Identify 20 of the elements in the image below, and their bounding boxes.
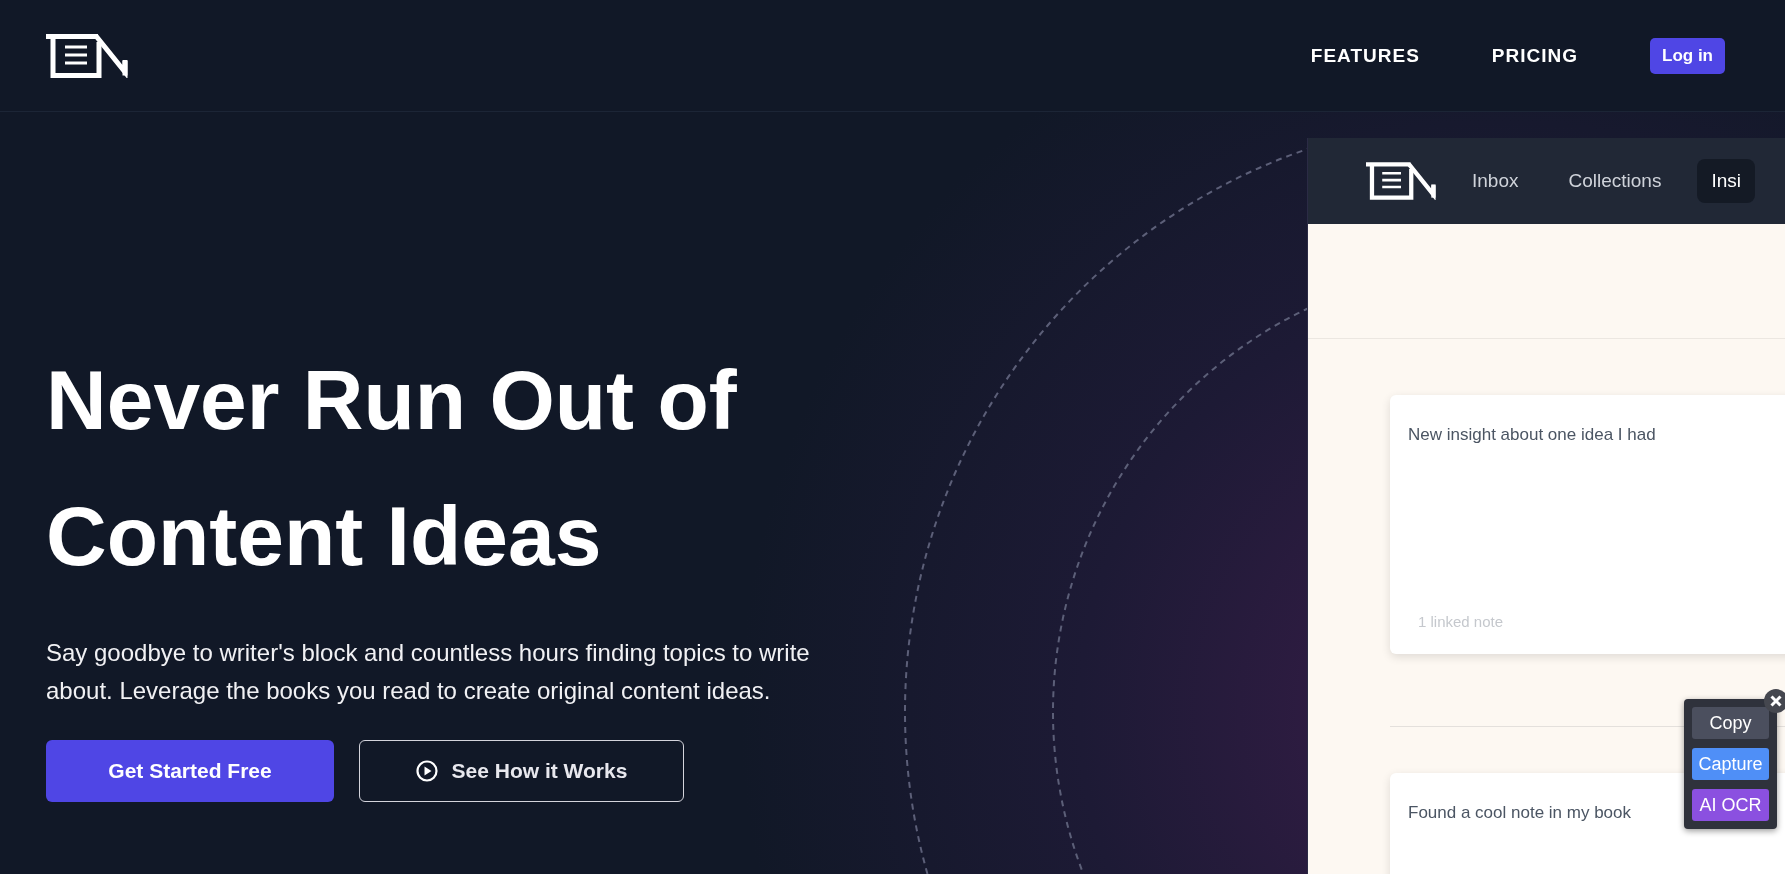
play-icon bbox=[415, 760, 438, 782]
nav-tab[interactable]: Insi bbox=[1697, 159, 1755, 203]
ocr-button[interactable]: AI OCR bbox=[1692, 789, 1769, 821]
logo[interactable] bbox=[46, 33, 128, 78]
linked-note-count: 1 linked note bbox=[1418, 613, 1504, 630]
note-card[interactable]: New insight about one idea I had 1 linked note bbox=[1390, 395, 1785, 654]
copy-button[interactable]: Copy bbox=[1692, 707, 1769, 739]
nav-tab[interactable]: Inbox bbox=[1458, 159, 1533, 203]
hero-description: Say goodbye to writer's block and countless hours finding topics to write about. Leverage the books you read to create original content ideas. bbox=[46, 638, 811, 706]
nav-tab[interactable]: Collections bbox=[1554, 159, 1676, 203]
nav-link[interactable]: PRICING bbox=[1491, 44, 1578, 67]
note-text: New insight about one idea I had bbox=[1408, 425, 1656, 445]
logo[interactable] bbox=[1366, 162, 1436, 200]
see-how-button[interactable]: See How it Works bbox=[359, 740, 684, 802]
login-button[interactable]: Log in bbox=[1650, 37, 1725, 74]
nav-link[interactable]: FEATURES bbox=[1310, 44, 1420, 67]
hero-heading: Never Run Out of Content Ideas bbox=[46, 352, 738, 585]
close-icon[interactable] bbox=[1764, 689, 1785, 713]
note-text: Found a cool note in my book bbox=[1408, 803, 1632, 823]
get-started-button[interactable]: Get Started Free bbox=[46, 740, 334, 802]
